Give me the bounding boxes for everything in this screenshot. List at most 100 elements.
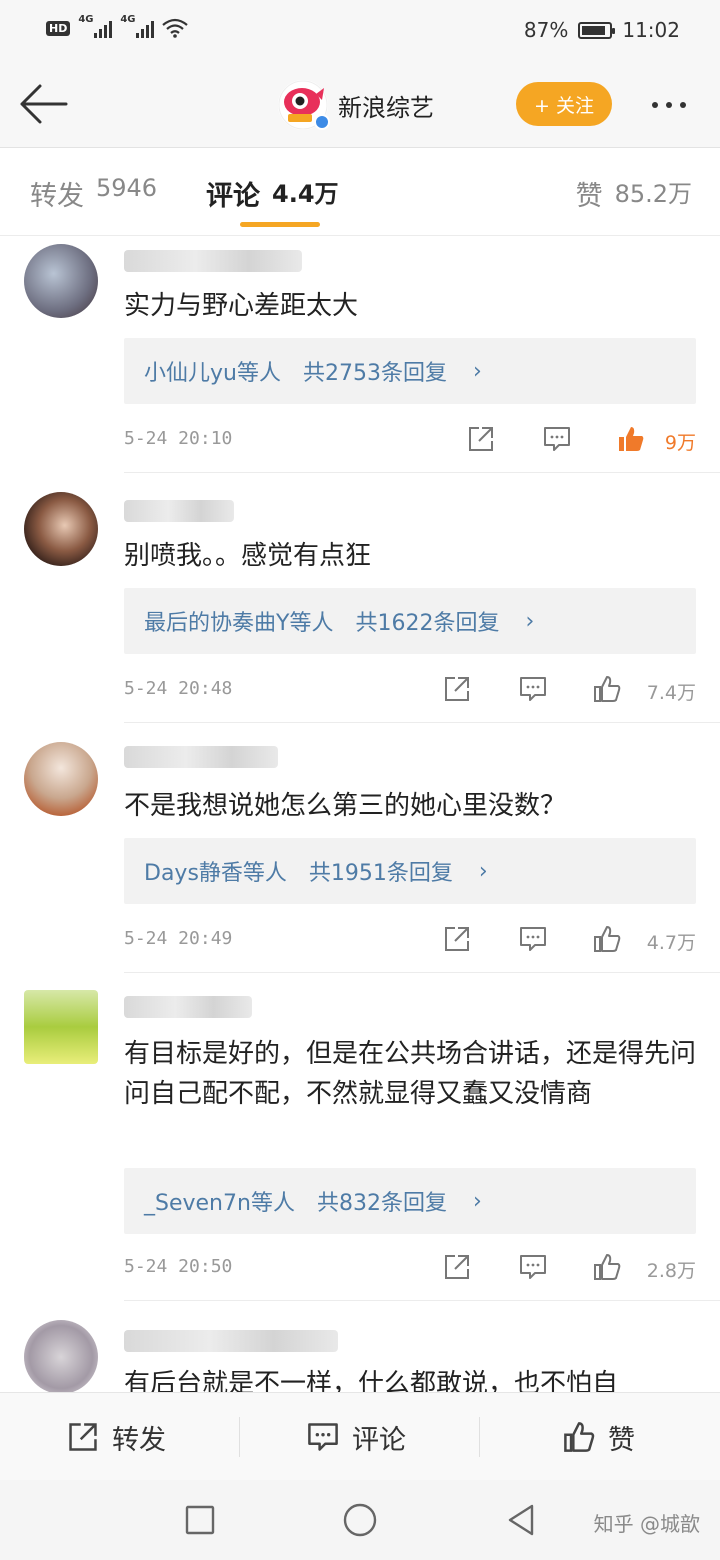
account-avatar[interactable] [278,80,330,130]
separator [239,1417,240,1457]
share-icon [69,1423,97,1451]
comment-time: 5-24 20:50 [124,1256,233,1277]
share-icon[interactable] [442,924,472,954]
divider [124,1300,720,1301]
wifi-icon [162,18,189,38]
tab-like-count: 85.2万 [614,180,692,208]
hd-badge: HD [46,20,71,36]
comment-text: 实力与野心差距太大 [124,291,359,321]
status-bar: HD 4G 4G 87% 11:02 [0,0,720,62]
comment-label: 评论 [352,1424,406,1456]
battery-icon [578,21,616,39]
separator [479,1417,480,1457]
follow-button[interactable]: + 关注 [516,82,612,126]
comment-time: 5-24 20:49 [124,928,233,949]
clock: 11:02 [622,18,680,42]
comment-meta: 5-24 20:10 9万 [124,424,696,458]
comment-meta: 5-24 20:50 2.8万 [124,1252,696,1286]
tab-like[interactable]: 赞 85.2万 [576,174,692,213]
signal-icon: 4G [120,14,155,38]
triangle-back-icon[interactable] [504,1502,538,1538]
comment-time: 5-24 20:48 [124,678,233,699]
watermark: 知乎 @城歆 [593,1512,700,1536]
reply-summary[interactable]: _Seven7n等人 共832条回复 › [124,1168,696,1234]
thumb-up-icon[interactable] [592,674,622,704]
network-type: 4G [120,14,136,25]
square-icon[interactable] [184,1504,216,1536]
avatar[interactable] [24,492,98,566]
comment-icon [308,1423,338,1451]
divider [124,722,720,723]
reply-count: 共2753条回复 [302,361,447,386]
thumb-up-icon[interactable] [616,424,646,454]
account-header[interactable]: 新浪综艺 [278,80,434,130]
repost-label: 转发 [112,1424,166,1456]
network-type: 4G [78,14,94,25]
tab-repost[interactable]: 转发 5946 [30,174,157,213]
comment-icon[interactable] [518,674,548,704]
share-icon[interactable] [442,674,472,704]
divider [124,972,720,973]
chevron-right-icon: › [472,1188,482,1214]
back-arrow-icon[interactable] [18,82,70,126]
share-icon[interactable] [442,1252,472,1282]
username-blurred[interactable] [124,1330,338,1352]
status-left: HD 4G 4G [46,14,189,38]
like-button[interactable]: 赞 [562,1393,635,1481]
reply-count: 共1622条回复 [355,611,500,636]
share-icon[interactable] [466,424,496,454]
comment-text: 有后台就是不一样，什么都敢说，也不怕自 [124,1369,619,1392]
comment-text: 有目标是好的，但是在公共场合讲话，还是得先问问自己配不配，不然就显得又蠢又没情商 [124,1039,697,1109]
signal-icon: 4G [78,14,113,38]
account-name[interactable]: 新浪综艺 [338,88,434,123]
chevron-right-icon: › [525,608,535,634]
comment-icon[interactable] [518,1252,548,1282]
chevron-right-icon: › [472,358,482,384]
status-right: 87% 11:02 [524,18,680,42]
verified-badge-icon [314,114,330,130]
username-blurred[interactable] [124,250,302,272]
like-label: 赞 [608,1424,635,1456]
thumb-up-icon [564,1422,595,1452]
username-blurred[interactable] [124,746,278,768]
system-navigation-bar: 知乎 @城歆 [0,1480,720,1560]
tab-repost-label: 转发 [30,181,84,212]
comment-item: 有后台就是不一样，什么都敢说，也不怕自 [0,1316,720,1392]
tab-bar: 转发 5946 评论 4.4万 赞 85.2万 [0,148,720,236]
avatar[interactable] [24,1320,98,1392]
thumb-up-icon[interactable] [592,1252,622,1282]
tab-comment-count: 4.4万 [272,180,339,208]
comment-icon[interactable] [542,424,572,454]
username-blurred[interactable] [124,996,252,1018]
comment-text: 不是我想说她怎么第三的她心里没数？ [124,791,567,821]
comment-meta: 5-24 20:48 7.4万 [124,674,696,708]
comment-button[interactable]: 评论 [306,1393,406,1481]
reply-users: Days静香等人 [144,861,287,886]
reply-users: _Seven7n等人 [144,1191,295,1216]
like-count: 7.4万 [646,682,696,704]
comment-icon[interactable] [518,924,548,954]
top-nav: 新浪综艺 + 关注 [0,62,720,148]
avatar[interactable] [24,244,98,318]
battery-percent: 87% [523,18,569,42]
comment-meta: 5-24 20:49 4.7万 [124,924,696,958]
avatar[interactable] [24,990,98,1064]
username-blurred[interactable] [124,500,234,522]
reply-count: 共832条回复 [316,1191,447,1216]
reply-users: 小仙儿yu等人 [144,361,281,386]
reply-summary[interactable]: 最后的协奏曲Y等人 共1622条回复 › [124,588,696,654]
thumb-up-icon[interactable] [592,924,622,954]
repost-button[interactable]: 转发 [66,1393,166,1481]
tab-like-label: 赞 [575,181,603,212]
chevron-right-icon: › [478,858,488,884]
comment-text: 别喷我。。感觉有点狂 [124,541,372,571]
reply-users: 最后的协奏曲Y等人 [144,611,334,636]
like-count: 2.8万 [646,1260,696,1282]
active-tab-indicator [240,222,320,227]
reply-summary[interactable]: 小仙儿yu等人 共2753条回复 › [124,338,696,404]
circle-icon[interactable] [342,1502,378,1538]
more-options-icon[interactable] [652,102,686,108]
tab-comment[interactable]: 评论 4.4万 [206,174,339,213]
avatar[interactable] [24,742,98,816]
reply-summary[interactable]: Days静香等人 共1951条回复 › [124,838,696,904]
